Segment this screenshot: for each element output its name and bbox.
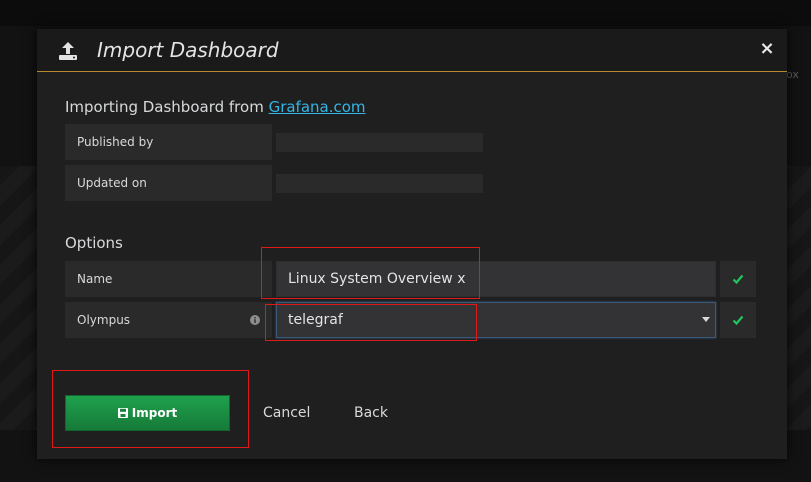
check-icon [732, 315, 744, 326]
name-valid-indicator [720, 261, 756, 297]
background-partial-text: ox [786, 68, 799, 81]
import-source-heading: Importing Dashboard from Grafana.com [65, 98, 366, 116]
options-heading: Options [65, 234, 123, 252]
modal-header: Import Dashboard × [37, 29, 787, 72]
updated-on-value [276, 174, 483, 193]
datasource-select[interactable]: telegraf [276, 302, 716, 338]
cancel-button[interactable]: Cancel [263, 405, 310, 421]
datasource-valid-indicator [720, 302, 756, 338]
back-button[interactable]: Back [354, 405, 388, 421]
name-label: Name [65, 261, 272, 297]
import-button[interactable]: Import [65, 395, 230, 431]
close-icon[interactable]: × [757, 39, 777, 59]
background-navbar [0, 0, 811, 26]
import-source-prefix: Importing Dashboard from [65, 98, 269, 116]
info-circle-icon[interactable] [250, 315, 260, 325]
save-icon [117, 408, 128, 418]
updated-on-label: Updated on [65, 165, 272, 201]
check-icon [732, 274, 744, 285]
datasource-selected-value: telegraf [288, 312, 343, 328]
grafana-com-link[interactable]: Grafana.com [269, 98, 366, 116]
published-by-label: Published by [65, 124, 272, 160]
upload-icon [59, 42, 77, 60]
published-by-value [276, 133, 483, 152]
modal-title: Import Dashboard [97, 38, 279, 62]
datasource-label-text: Olympus [77, 313, 131, 327]
import-button-label: Import [131, 406, 178, 420]
chevron-down-icon [702, 317, 710, 322]
import-dashboard-modal: Import Dashboard × Importing Dashboard f… [37, 29, 787, 459]
datasource-label: Olympus [65, 302, 272, 338]
dashboard-name-input[interactable]: Linux System Overview x [276, 261, 716, 297]
